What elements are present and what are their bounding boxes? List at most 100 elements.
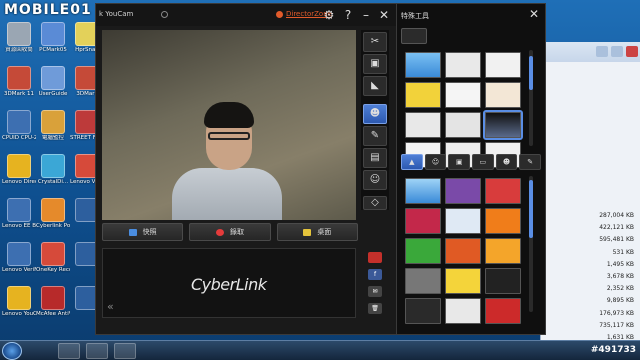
frame-icon[interactable]: ▣ bbox=[363, 54, 387, 74]
scrollbar-bottom[interactable] bbox=[529, 176, 533, 312]
effect-thumbnail[interactable] bbox=[445, 238, 481, 264]
minimize-icon[interactable]: – bbox=[359, 8, 373, 22]
effect-thumbnail[interactable] bbox=[405, 82, 441, 108]
file-size: 735,117 KB bbox=[599, 321, 634, 329]
effect-thumbnail[interactable] bbox=[485, 82, 521, 108]
effect-thumbnail[interactable] bbox=[445, 52, 481, 78]
maximize-button[interactable] bbox=[611, 46, 623, 57]
effect-thumbnail[interactable] bbox=[485, 208, 521, 234]
record-button[interactable]: 錄取 bbox=[189, 223, 271, 241]
close-button[interactable] bbox=[626, 46, 638, 57]
desktop-icon[interactable]: Lenovo EE Boot Op... bbox=[2, 198, 36, 229]
settings-gear-icon[interactable]: ⚙ bbox=[322, 8, 336, 22]
help-icon[interactable]: ? bbox=[341, 8, 355, 22]
desktop-icon-label: Cyberlink Power2Go bbox=[36, 223, 70, 229]
desktop-icon-label: Lenovo EE Boot Op... bbox=[2, 223, 36, 229]
effect-thumbnail[interactable] bbox=[485, 238, 521, 264]
eraser-icon[interactable]: ◇ bbox=[363, 196, 387, 210]
desktop-icon[interactable]: Cyberlink Power2Go bbox=[36, 198, 70, 229]
desktop-icon[interactable]: Lenovo YouCam bbox=[2, 286, 36, 317]
desktop-icon[interactable]: CPUID CPU-Z bbox=[2, 110, 36, 141]
effect-thumbnail[interactable] bbox=[445, 298, 481, 324]
category-frame-tab[interactable]: ▣ bbox=[448, 154, 471, 170]
effect-thumbnail[interactable] bbox=[405, 52, 441, 78]
effects-camera-tab[interactable] bbox=[401, 28, 427, 44]
youcam-titlebar[interactable]: k YouCam DirectorZone ⚙ ? – ✕ bbox=[96, 4, 396, 26]
start-button[interactable] bbox=[2, 342, 22, 360]
sticker-icon[interactable]: ▤ bbox=[363, 148, 387, 168]
effect-thumbnail[interactable] bbox=[485, 52, 521, 78]
effect-thumbnail[interactable] bbox=[445, 208, 481, 234]
desktop-icon[interactable]: CrystalDi... bbox=[36, 154, 70, 185]
camera-angle-icon[interactable]: ◣ bbox=[363, 76, 387, 96]
cyberlink-logo: CyberLink bbox=[191, 275, 267, 294]
effect-thumbnail[interactable] bbox=[405, 238, 441, 264]
category-scene-tab[interactable]: ▭ bbox=[472, 154, 494, 170]
scroll-thumb[interactable] bbox=[529, 180, 533, 238]
face-tracking-icon[interactable]: ☺ bbox=[363, 170, 387, 190]
effect-thumbnail[interactable] bbox=[485, 178, 521, 204]
delete-icon[interactable]: 🗑 bbox=[368, 303, 382, 314]
desktop-icon[interactable]: 電腦監控 bbox=[36, 110, 70, 141]
close-icon[interactable]: ✕ bbox=[529, 7, 539, 21]
taskbar-media-icon[interactable] bbox=[86, 343, 108, 359]
collapse-icon[interactable]: « bbox=[107, 300, 114, 313]
explorer-controls bbox=[596, 46, 638, 57]
pen-icon[interactable]: ✎ bbox=[363, 126, 387, 146]
effect-grid-top bbox=[405, 52, 523, 168]
avatar-effect-icon[interactable]: ☻ bbox=[363, 104, 387, 124]
desktop-icon[interactable]: OneKey Recovery bbox=[36, 242, 70, 273]
explorer-titlebar[interactable] bbox=[541, 42, 640, 62]
file-size: 595,481 KB bbox=[599, 236, 634, 244]
effect-thumbnail[interactable] bbox=[485, 298, 521, 324]
taskbar: #491733 bbox=[0, 340, 640, 360]
desktop-icon[interactable]: PCMark05 bbox=[36, 22, 70, 53]
youtube-icon[interactable] bbox=[368, 252, 382, 263]
effect-thumbnail[interactable] bbox=[483, 110, 523, 140]
email-icon[interactable]: ✉ bbox=[368, 286, 382, 297]
file-size: 531 KB bbox=[612, 248, 634, 256]
desktop-icon[interactable]: McAfee AntiVir... bbox=[36, 286, 70, 317]
desktop-icon-label: CPUID CPU-Z bbox=[2, 135, 36, 141]
app-icon bbox=[7, 198, 31, 222]
facebook-icon[interactable]: f bbox=[368, 269, 382, 280]
minimize-button[interactable] bbox=[596, 46, 608, 57]
info-icon[interactable] bbox=[161, 11, 168, 18]
effect-thumbnail[interactable] bbox=[405, 268, 441, 294]
desktop-icon[interactable]: Lenovo DirectShare bbox=[2, 154, 36, 185]
desktop-icon[interactable]: 3DMark 11 bbox=[2, 66, 36, 97]
tray-id-text: #491733 bbox=[590, 345, 636, 355]
magic-tool-icon[interactable]: ✂ bbox=[363, 32, 387, 52]
taskbar-youcam-icon[interactable] bbox=[114, 343, 136, 359]
effect-thumbnail[interactable] bbox=[405, 178, 441, 204]
desktop-icon-label: McAfee AntiVir... bbox=[36, 311, 70, 317]
desktop-icon-label: 資源回收筒 bbox=[5, 47, 33, 53]
effect-thumbnail[interactable] bbox=[445, 268, 481, 294]
category-avatar-tab[interactable]: ☺ bbox=[424, 154, 447, 170]
category-emotion-tab[interactable]: ☻ bbox=[495, 154, 518, 170]
effect-thumbnail[interactable] bbox=[405, 112, 441, 138]
scroll-thumb[interactable] bbox=[529, 56, 533, 90]
effect-thumbnail[interactable] bbox=[445, 82, 481, 108]
desktop-icon[interactable]: UserGuide bbox=[36, 66, 70, 97]
desktop-icon[interactable]: 資源回收筒 bbox=[2, 22, 36, 53]
category-all-tab[interactable]: ▲ bbox=[401, 154, 423, 170]
tool-sidebar: ✂ ▣ ◣ ☻ ✎ ▤ ☺ ◇ bbox=[361, 30, 389, 210]
effect-thumbnail[interactable] bbox=[485, 268, 521, 294]
taskbar-explorer-icon[interactable] bbox=[58, 343, 80, 359]
effect-thumbnail[interactable] bbox=[445, 112, 481, 138]
effect-thumbnail[interactable] bbox=[445, 178, 481, 204]
effect-thumbnail[interactable] bbox=[405, 298, 441, 324]
category-tools-tab[interactable]: ✎ bbox=[519, 154, 542, 170]
record-icon bbox=[215, 228, 224, 236]
desktop-icon[interactable]: Lenovo VeriFace 4.0 bbox=[2, 242, 36, 273]
close-icon[interactable]: ✕ bbox=[377, 8, 391, 22]
desktop-button[interactable]: 桌面 bbox=[276, 223, 358, 241]
desktop-icon-label: 電腦監控 bbox=[41, 135, 64, 141]
explorer-window[interactable]: 287,004 KB 422,121 KB 595,481 KB 531 KB 1,49… bbox=[540, 42, 640, 360]
effect-thumbnail[interactable] bbox=[405, 208, 441, 234]
desktop-icon bbox=[303, 228, 312, 236]
scrollbar-top[interactable] bbox=[529, 50, 533, 146]
app-icon bbox=[41, 198, 65, 222]
snapshot-button[interactable]: 快照 bbox=[102, 223, 184, 241]
